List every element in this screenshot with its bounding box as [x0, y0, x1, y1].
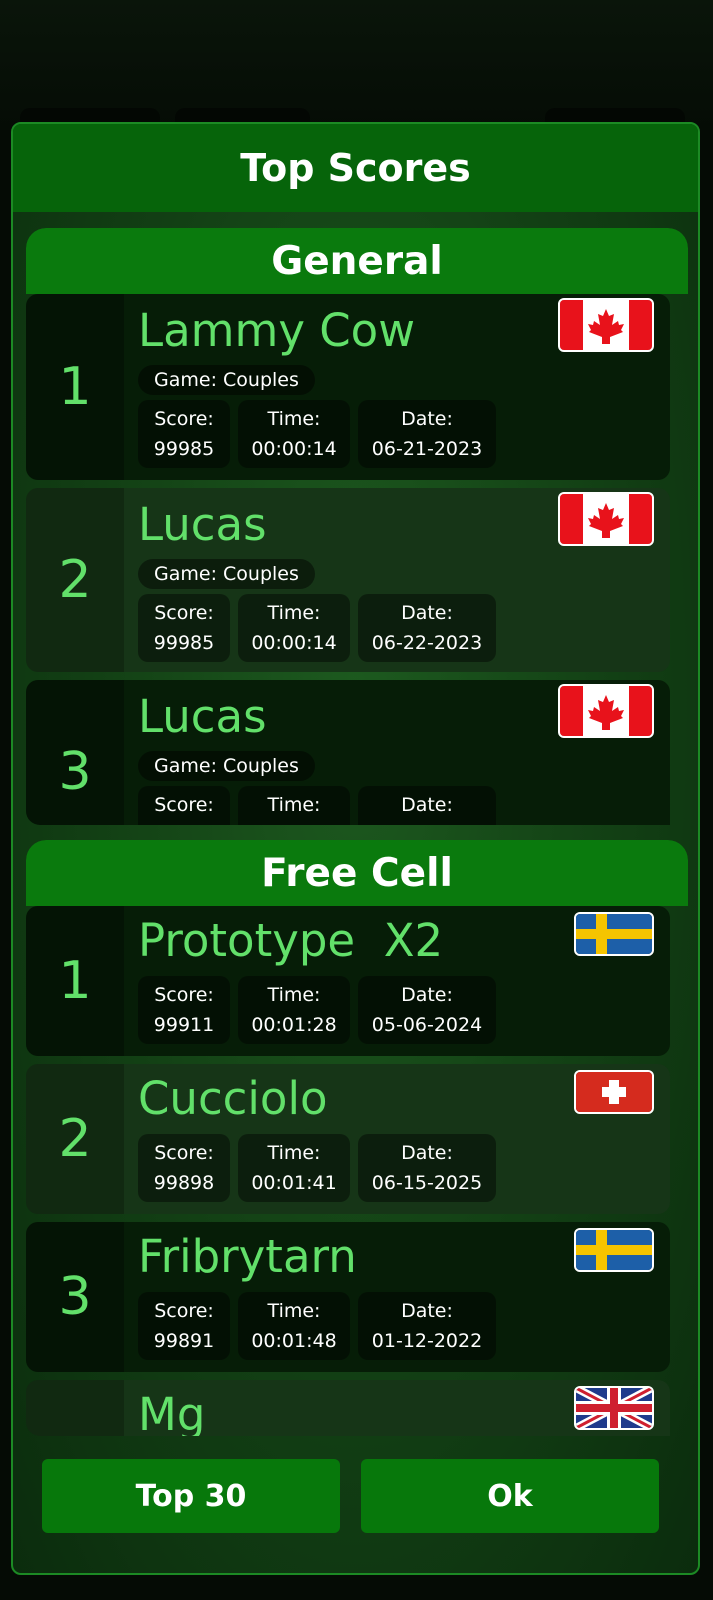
- score-value: 99898: [153, 1172, 215, 1194]
- time-box: Time: 00:01:41: [238, 1134, 350, 1202]
- score-box: Score:: [138, 786, 230, 825]
- date-value: 05-06-2024: [371, 1014, 483, 1036]
- time-box: Time:: [238, 786, 350, 825]
- score-value: 99891: [153, 1330, 215, 1352]
- time-box: Time: 00:00:14: [238, 400, 350, 468]
- time-value: 00:00:14: [251, 632, 337, 654]
- date-label: Date:: [401, 794, 453, 816]
- rank: 1: [26, 294, 124, 480]
- section-free-cell[interactable]: Free Cell 1 Prototype X2 Score: 99911 Ti…: [26, 840, 688, 1436]
- uk-flag-icon: [574, 1386, 654, 1430]
- rank: [26, 1380, 124, 1436]
- date-label: Date:: [401, 984, 453, 1006]
- score-value: 99911: [153, 1014, 215, 1036]
- time-box: Time: 00:01:28: [238, 976, 350, 1044]
- canada-flag-icon: [558, 298, 654, 352]
- top-30-button[interactable]: Top 30: [42, 1459, 340, 1533]
- time-label: Time:: [267, 1142, 321, 1164]
- player-name: Mg: [138, 1388, 206, 1436]
- date-box: Date: 06-21-2023: [358, 400, 496, 468]
- score-row[interactable]: 1 Prototype X2 Score: 99911 Time: 00:01:…: [26, 906, 670, 1056]
- time-value: 00:01:48: [251, 1330, 337, 1352]
- score-box: Score: 99985: [138, 400, 230, 468]
- score-value: 99985: [153, 632, 215, 654]
- date-box: Date: 01-12-2022: [358, 1292, 496, 1360]
- score-row[interactable]: 3 Lucas Game: Couples Score: Time: Date:: [26, 680, 670, 825]
- section-general[interactable]: General 1 Lammy Cow Game: Couples Score:…: [26, 228, 688, 825]
- date-value: 06-15-2025: [371, 1172, 483, 1194]
- score-label: Score:: [154, 602, 214, 624]
- ok-button[interactable]: Ok: [361, 1459, 659, 1533]
- rank: 3: [26, 1222, 124, 1372]
- player-name: Lucas: [138, 498, 267, 551]
- date-label: Date:: [401, 602, 453, 624]
- score-label: Score:: [154, 1300, 214, 1322]
- time-label: Time:: [267, 602, 321, 624]
- score-box: Score: 99911: [138, 976, 230, 1044]
- player-name: Prototype X2: [138, 914, 444, 967]
- sweden-flag-icon: [574, 912, 654, 956]
- rank: 3: [26, 680, 124, 825]
- score-label: Score:: [154, 794, 214, 816]
- time-label: Time:: [267, 408, 321, 430]
- rank: 2: [26, 1064, 124, 1214]
- score-row[interactable]: 1 Lammy Cow Game: Couples Score: 99985 T…: [26, 294, 670, 480]
- time-box: Time: 00:01:48: [238, 1292, 350, 1360]
- rank: 2: [26, 488, 124, 672]
- player-name: Fribrytarn: [138, 1230, 357, 1283]
- score-box: Score: 99898: [138, 1134, 230, 1202]
- sweden-flag-icon: [574, 1228, 654, 1272]
- date-label: Date:: [401, 1300, 453, 1322]
- score-row[interactable]: Mg: [26, 1380, 670, 1436]
- game-badge: Game: Couples: [138, 559, 315, 589]
- date-value: 01-12-2022: [371, 1330, 483, 1352]
- game-badge: Game: Couples: [138, 365, 315, 395]
- rank: 1: [26, 906, 124, 1056]
- score-row[interactable]: 2 Cucciolo Score: 99898 Time: 00:01:41 D…: [26, 1064, 670, 1214]
- canada-flag-icon: [558, 684, 654, 738]
- switzerland-flag-icon: [574, 1070, 654, 1114]
- date-label: Date:: [401, 1142, 453, 1164]
- score-label: Score:: [154, 984, 214, 1006]
- game-badge: Game: Couples: [138, 751, 315, 781]
- canada-flag-icon: [558, 492, 654, 546]
- time-label: Time:: [267, 794, 321, 816]
- score-box: Score: 99891: [138, 1292, 230, 1360]
- player-name: Lucas: [138, 690, 267, 743]
- time-label: Time:: [267, 984, 321, 1006]
- score-list[interactable]: 1 Lammy Cow Game: Couples Score: 99985 T…: [26, 294, 688, 825]
- date-box: Date: 06-15-2025: [358, 1134, 496, 1202]
- score-row[interactable]: 2 Lucas Game: Couples Score: 99985 Time:…: [26, 488, 670, 672]
- score-label: Score:: [154, 1142, 214, 1164]
- time-value: 00:01:41: [251, 1172, 337, 1194]
- time-box: Time: 00:00:14: [238, 594, 350, 662]
- time-value: 00:01:28: [251, 1014, 337, 1036]
- time-value: 00:00:14: [251, 438, 337, 460]
- top-scores-dialog: Top Scores General 1 Lammy Cow Game: Cou…: [11, 122, 700, 1575]
- score-list[interactable]: 1 Prototype X2 Score: 99911 Time: 00:01:…: [26, 906, 688, 1436]
- score-row[interactable]: 3 Fribrytarn Score: 99891 Time: 00:01:48…: [26, 1222, 670, 1372]
- score-box: Score: 99985: [138, 594, 230, 662]
- date-box: Date: 06-22-2023: [358, 594, 496, 662]
- time-label: Time:: [267, 1300, 321, 1322]
- section-title: Free Cell: [26, 840, 688, 906]
- section-title: General: [26, 228, 688, 294]
- dialog-title: Top Scores: [13, 124, 698, 212]
- score-label: Score:: [154, 408, 214, 430]
- date-value: 06-22-2023: [371, 632, 483, 654]
- date-label: Date:: [401, 408, 453, 430]
- score-value: 99985: [153, 438, 215, 460]
- date-value: 06-21-2023: [371, 438, 483, 460]
- date-box: Date: 05-06-2024: [358, 976, 496, 1044]
- player-name: Cucciolo: [138, 1072, 328, 1125]
- date-box: Date:: [358, 786, 496, 825]
- player-name: Lammy Cow: [138, 304, 416, 357]
